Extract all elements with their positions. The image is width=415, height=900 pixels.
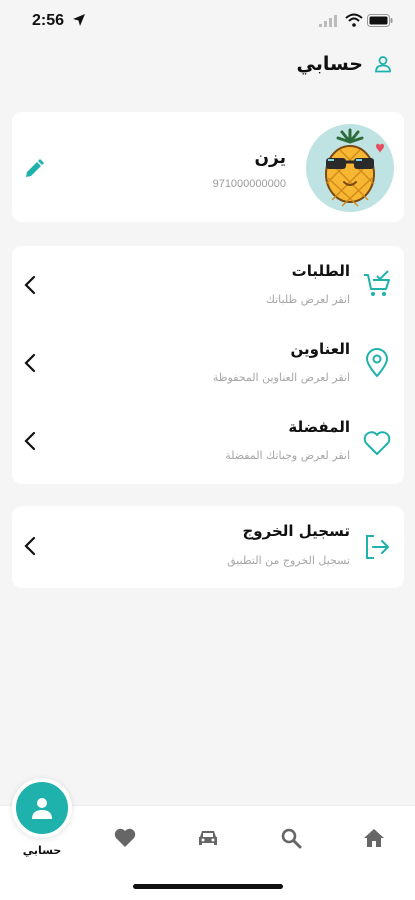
menu-item-title: المفضلة	[288, 418, 350, 436]
location-pin-icon	[365, 348, 389, 378]
home-indicator	[133, 884, 283, 889]
logout-subtitle: تسجيل الخروج من التطبيق	[227, 554, 350, 567]
cart-check-icon	[364, 270, 390, 296]
battery-icon	[367, 14, 393, 27]
page-header: حسابي	[296, 48, 393, 80]
menu-item-title: العناوين	[290, 340, 350, 358]
pineapple-avatar	[306, 124, 394, 212]
logout-card: تسجيل الخروج تسجيل الخروج من التطبيق	[12, 506, 404, 588]
heart-outline-icon	[363, 431, 391, 455]
page-title: حسابي	[296, 53, 363, 75]
chevron-left-icon	[24, 353, 36, 373]
cellular-signal-icon	[319, 15, 337, 27]
chevron-left-icon	[24, 431, 36, 451]
user-icon	[375, 56, 391, 73]
menu-card: الطلبات انقر لعرض طلباتك العناوين انقر ل…	[12, 246, 404, 484]
location-arrow-icon	[73, 14, 85, 26]
pineapple-illustration	[325, 128, 384, 207]
status-time: 2:56	[32, 12, 65, 29]
logout-button[interactable]: تسجيل الخروج تسجيل الخروج من التطبيق	[12, 506, 404, 588]
heart-icon[interactable]	[113, 826, 137, 850]
status-bar: 2:56	[0, 0, 415, 46]
profile-phone: 971000000000	[212, 178, 286, 190]
user-icon	[32, 798, 52, 819]
logout-icon	[366, 535, 389, 559]
profile-card: يزن 971000000000	[12, 112, 404, 222]
home-icon[interactable]	[362, 826, 386, 850]
menu-item-subtitle: انقر لعرض العناوين المحفوظة	[212, 371, 350, 384]
menu-item-subtitle: انقر لعرض وجباتك المفضلة	[225, 449, 350, 462]
car-icon[interactable]	[196, 826, 220, 850]
menu-item-title: الطلبات	[291, 262, 350, 280]
chevron-left-icon	[24, 275, 36, 295]
pencil-icon[interactable]	[22, 157, 46, 181]
menu-item-favorites[interactable]: المفضلة انقر لعرض وجباتك المفضلة	[12, 404, 404, 484]
menu-item-subtitle: انقر لعرض طلباتك	[265, 293, 350, 306]
menu-item-addresses[interactable]: العناوين انقر لعرض العناوين المحفوظة	[12, 326, 404, 406]
tab-account-label: حسابي	[22, 844, 62, 857]
logout-title: تسجيل الخروج	[242, 522, 351, 540]
menu-item-orders[interactable]: الطلبات انقر لعرض طلباتك	[12, 246, 404, 326]
chevron-left-icon	[24, 536, 36, 556]
profile-name: يزن	[254, 148, 286, 168]
wifi-icon	[345, 13, 363, 27]
tab-account[interactable]	[12, 778, 72, 838]
search-icon[interactable]	[279, 826, 303, 850]
